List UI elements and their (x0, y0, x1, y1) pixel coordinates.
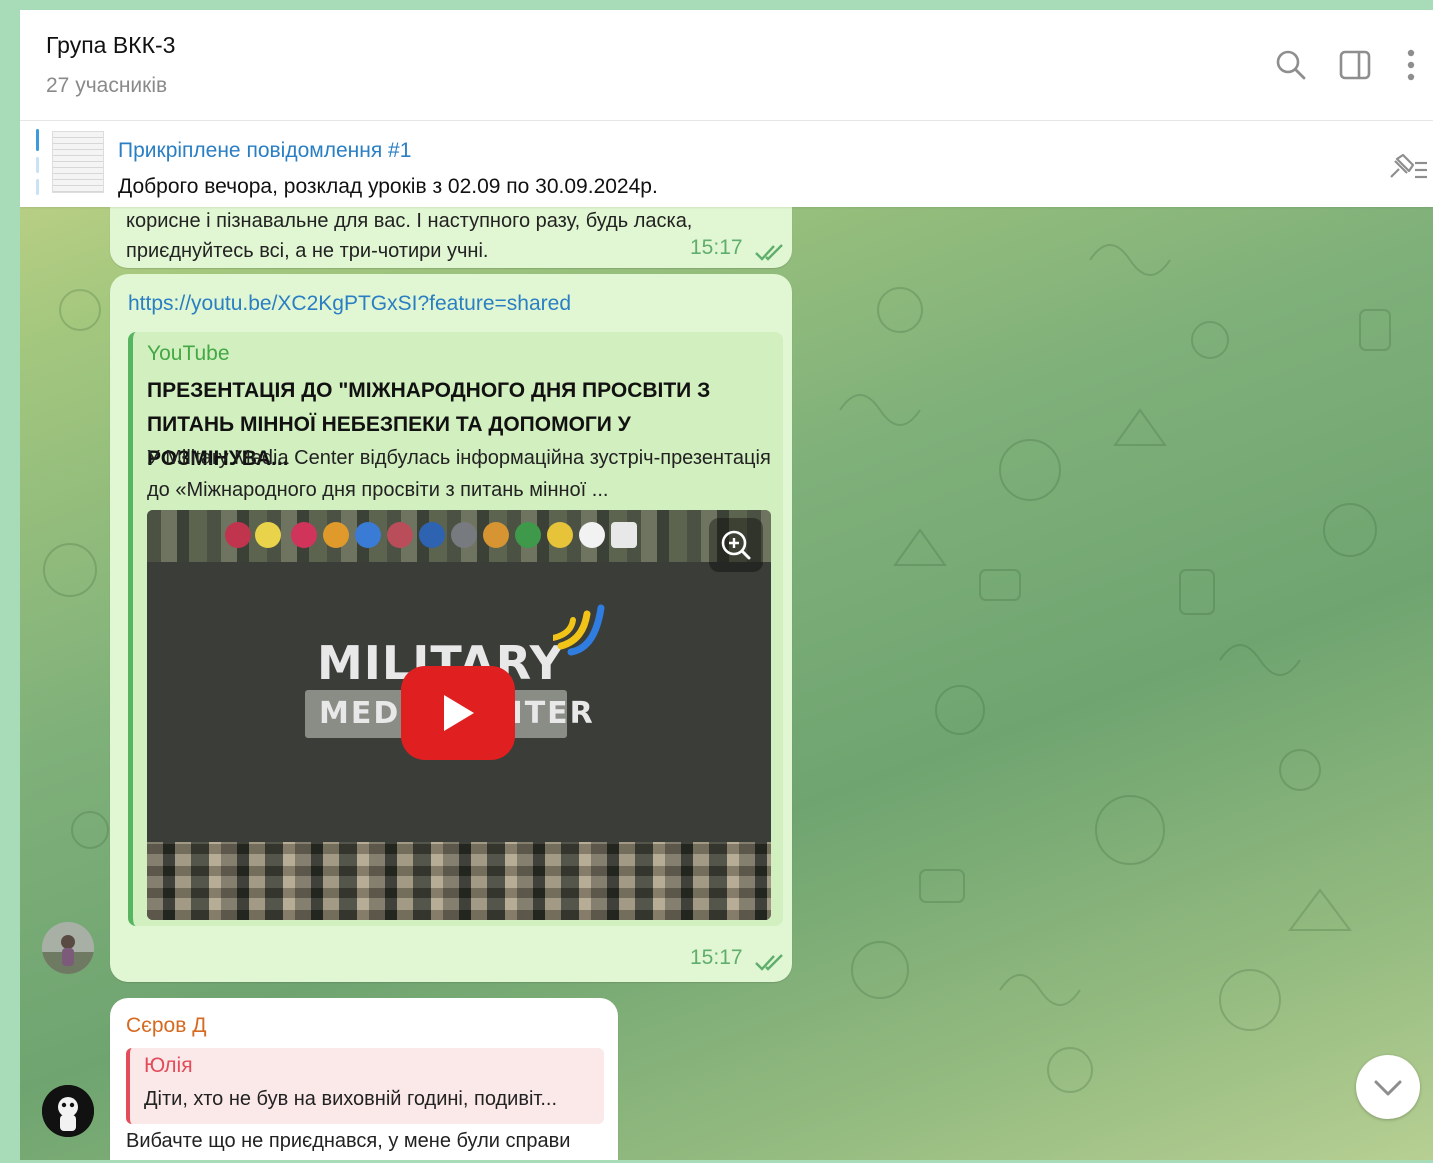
avatar-photo (42, 922, 94, 974)
pinned-indicator (36, 157, 39, 173)
chat-header: Група ВКК-3 27 учасників (20, 10, 1433, 121)
search-icon[interactable] (1274, 48, 1308, 82)
pinned-text[interactable]: Доброго вечора, розклад уроків з 02.09 п… (118, 175, 658, 199)
sidebar-toggle-icon[interactable] (1338, 48, 1372, 82)
play-icon (444, 695, 474, 731)
youtube-play-button[interactable] (401, 666, 515, 760)
youtube-link[interactable]: https://youtu.be/XC2KgPTGxSI?feature=sha… (128, 292, 571, 316)
message-text: Вибачте що не приєднався, у мене були сп… (126, 1130, 571, 1152)
message-time: 15:17 (690, 236, 743, 259)
zoom-button[interactable] (709, 518, 763, 572)
reply-author: Юлія (144, 1054, 193, 1077)
pinned-title[interactable]: Прикріплене повідомлення #1 (118, 139, 411, 163)
unpin-list-icon[interactable] (1385, 151, 1429, 185)
pinned-thumbnail (52, 131, 104, 193)
emblem-icon (515, 522, 541, 548)
emblem-icon (451, 522, 477, 548)
telegram-chat-window: Група ВКК-3 27 учасників Прикріплене пов… (20, 10, 1433, 1160)
preview-description: У Military Media Center відбулась інформ… (147, 447, 771, 501)
message-time: 15:17 (690, 946, 743, 969)
pinned-message-bar[interactable]: Прикріплене повідомлення #1 Доброго вечо… (20, 121, 1433, 207)
chat-title[interactable]: Група ВКК-3 (46, 32, 175, 59)
scroll-down-button[interactable] (1356, 1055, 1420, 1119)
emblem-icon (387, 522, 413, 548)
link-preview[interactable]: YouTube ПРЕЗЕНТАЦІЯ ДО "МІЖНАРОДНОГО ДНЯ… (128, 332, 783, 926)
emblem-icon (291, 522, 317, 548)
signal-waves-icon (553, 604, 605, 656)
message-bubble-incoming[interactable]: Сєров Д Юлія Діти, хто не був на виховні… (110, 998, 618, 1160)
double-check-icon (755, 244, 783, 261)
emblem-icon (611, 522, 637, 548)
reply-quote[interactable]: Юлія Діти, хто не був на виховній годині… (126, 1048, 604, 1124)
chevron-down-icon (1374, 1080, 1402, 1096)
emblem-icon (255, 522, 281, 548)
member-count: 27 учасників (46, 74, 168, 97)
message-text: корисне і пізнавальне для вас. І наступн… (126, 210, 693, 232)
sender-name[interactable]: Сєров Д (126, 1014, 206, 1038)
more-vertical-icon[interactable] (1394, 48, 1428, 82)
avatar[interactable] (42, 1085, 94, 1137)
camouflage-band (147, 842, 771, 920)
emblem-icon (355, 522, 381, 548)
message-text: приєднуйтесь всі, а не три-чотири учні. (126, 240, 489, 262)
message-bubble-outgoing[interactable]: https://youtu.be/XC2KgPTGxSI?feature=sha… (110, 274, 792, 982)
pinned-indicator-active (36, 129, 39, 151)
avatar[interactable] (42, 922, 94, 974)
emblem-icon (483, 522, 509, 548)
preview-video-thumbnail[interactable]: MILITARY MEDIA CENTER (147, 510, 771, 920)
preview-site-name: YouTube (147, 342, 230, 365)
double-check-icon (755, 954, 783, 971)
pinned-indicator (36, 179, 39, 195)
emblem-icon (323, 522, 349, 548)
emblem-icon (547, 522, 573, 548)
emblem-icon (419, 522, 445, 548)
reply-text: Діти, хто не був на виховній годині, под… (144, 1088, 558, 1110)
avatar-photo (42, 1085, 94, 1137)
emblem-icon (225, 522, 251, 548)
emblem-icon (579, 522, 605, 548)
zoom-in-icon (721, 530, 751, 560)
